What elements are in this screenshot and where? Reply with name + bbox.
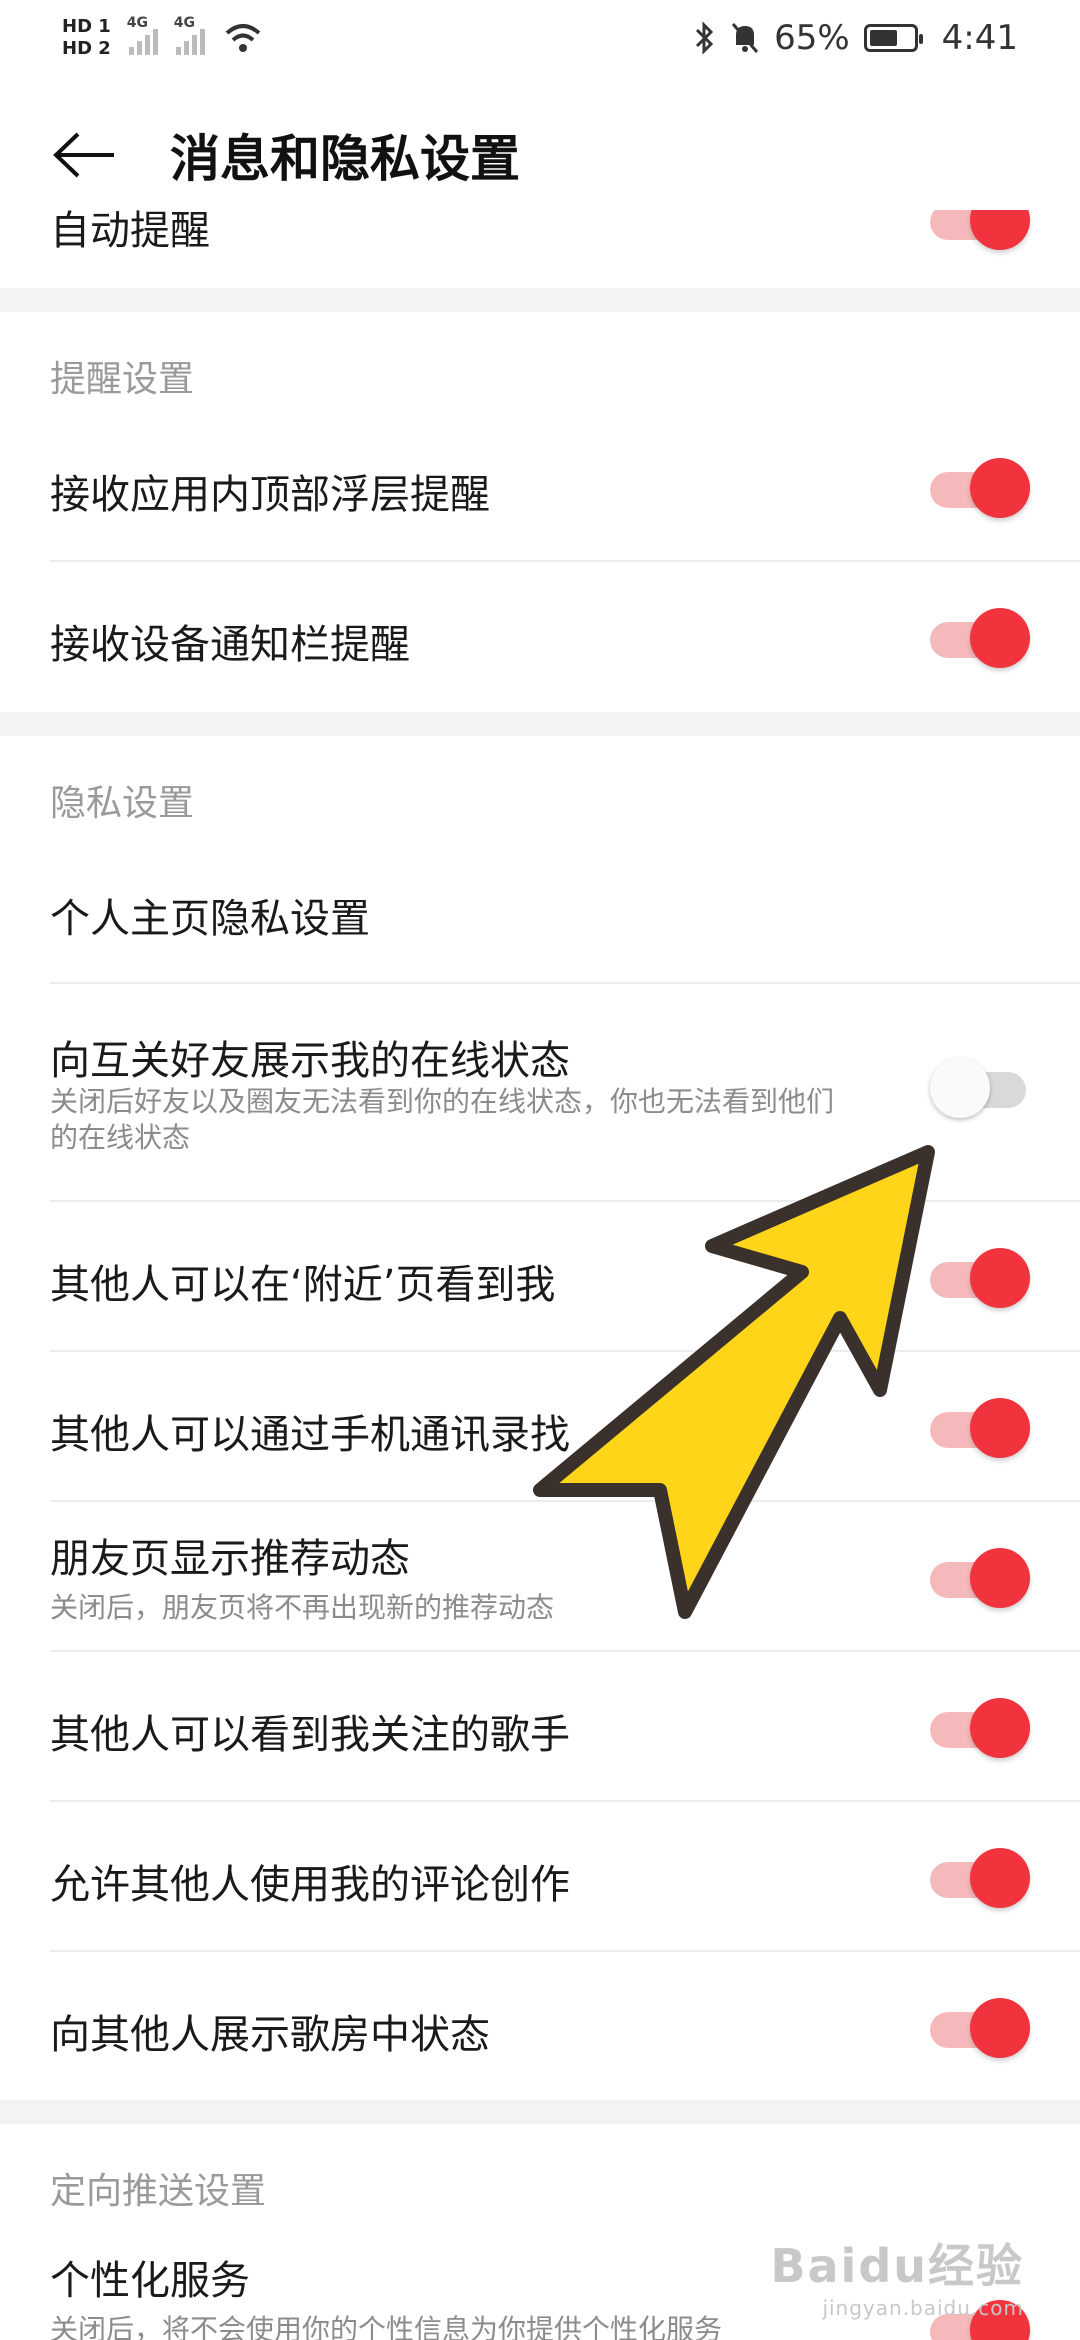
- privacy-section: 隐私设置 个人主页隐私设置 向互关好友展示我的在线状态 关闭后好友以及圈友无法看…: [0, 736, 1080, 2100]
- list-item[interactable]: 允许其他人使用我的评论创作: [0, 1802, 1080, 1952]
- setting-label: 接收设备通知栏提醒: [50, 622, 410, 668]
- back-button[interactable]: [52, 122, 118, 188]
- list-item[interactable]: 其他人可以看到我关注的歌手: [0, 1652, 1080, 1802]
- signal-icon: 4G: [127, 15, 158, 55]
- section-gap: [0, 712, 1080, 736]
- mute-bell-icon: [731, 23, 759, 53]
- setting-label: 个性化服务: [50, 2258, 250, 2304]
- section-gap: [0, 288, 1080, 312]
- setting-label: 其他人可以看到我关注的歌手: [50, 1712, 570, 1758]
- wifi-icon: [225, 24, 261, 52]
- toggle-switch[interactable]: [930, 1996, 1030, 2060]
- battery-fill: [869, 30, 897, 46]
- setting-description: 关闭后，朋友页将不再出现新的推荐动态: [50, 1591, 555, 1624]
- toggle-switch[interactable]: [930, 456, 1030, 520]
- list-item[interactable]: 其他人可以在‘附近’页看到我: [0, 1202, 1080, 1352]
- setting-label: 自动提醒: [50, 210, 210, 254]
- toggle-switch[interactable]: [930, 210, 1030, 252]
- watermark-logo-text: Baidu经验: [770, 2239, 1024, 2293]
- list-item[interactable]: 其他人可以通过手机通讯录找: [0, 1352, 1080, 1502]
- setting-label: 向其他人展示歌房中状态: [50, 2012, 490, 2058]
- setting-label: 其他人可以通过手机通讯录找: [50, 1412, 570, 1458]
- back-arrow-icon: [53, 132, 114, 178]
- toggle-switch[interactable]: [930, 606, 1030, 670]
- watermark-url: jingyan.baidu.com: [822, 2296, 1024, 2320]
- sim2-label: HD 2: [62, 38, 111, 59]
- list-item[interactable]: 朋友页显示推荐动态 关闭后，朋友页将不再出现新的推荐动态: [0, 1502, 1080, 1652]
- reminder-section: 提醒设置 接收应用内顶部浮层提醒 接收设备通知栏提醒: [0, 312, 1080, 712]
- status-bar: HD 1 HD 2 4G 4G 65% 4:41: [0, 0, 1080, 76]
- setting-label: 其他人可以在‘附近’页看到我: [50, 1262, 556, 1308]
- battery-icon: [863, 24, 923, 52]
- toggle-switch[interactable]: [930, 1396, 1030, 1460]
- clock: 4:41: [941, 18, 1018, 58]
- list-item[interactable]: 接收设备通知栏提醒: [0, 562, 1080, 712]
- setting-label: 朋友页显示推荐动态: [50, 1536, 410, 1582]
- setting-label: 向互关好友展示我的在线状态: [50, 1038, 570, 1084]
- list-item[interactable]: 自动提醒: [0, 210, 1080, 288]
- toggle-switch[interactable]: [930, 1246, 1030, 1310]
- setting-description: 关闭后好友以及圈友无法看到你的在线状态，你也无法看到他们的在线状态: [50, 1085, 835, 1154]
- list-item[interactable]: 向互关好友展示我的在线状态 关闭后好友以及圈友无法看到你的在线状态，你也无法看到…: [0, 984, 1080, 1202]
- battery-percent: 65%: [774, 18, 850, 58]
- toggle-switch[interactable]: [930, 1056, 1028, 1120]
- setting-label: 个人主页隐私设置: [50, 896, 370, 942]
- setting-label: 允许其他人使用我的评论创作: [50, 1862, 570, 1908]
- list-item[interactable]: 向其他人展示歌房中状态: [0, 1952, 1080, 2100]
- bluetooth-icon: [696, 21, 714, 55]
- section-gap: [0, 2100, 1080, 2124]
- page-title: 消息和隐私设置: [170, 130, 520, 188]
- signal-icon-2: 4G: [174, 15, 205, 55]
- toggle-switch[interactable]: [930, 1696, 1030, 1760]
- section-title: 定向推送设置: [50, 2171, 267, 2212]
- list-item[interactable]: 个人主页隐私设置: [0, 836, 1080, 984]
- partial-section: 自动提醒: [0, 210, 1080, 288]
- watermark: Baidu经验 jingyan.baidu.com: [770, 2230, 1024, 2320]
- network-type-1: 4G: [126, 15, 149, 31]
- app-bar: 消息和隐私设置: [0, 100, 1080, 210]
- list-item[interactable]: 接收应用内顶部浮层提醒: [0, 412, 1080, 562]
- toggle-switch[interactable]: [930, 1846, 1030, 1910]
- section-title: 提醒设置: [50, 359, 195, 400]
- setting-description: 关闭后，将不会使用你的个性信息为你提供个性化服务: [50, 2313, 723, 2340]
- sim-indicator: HD 1 HD 2: [62, 16, 111, 60]
- sim1-label: HD 1: [62, 16, 111, 37]
- toggle-switch[interactable]: [930, 1546, 1030, 1610]
- setting-label: 接收应用内顶部浮层提醒: [50, 472, 490, 518]
- network-type-2: 4G: [173, 15, 196, 31]
- section-title: 隐私设置: [50, 783, 195, 824]
